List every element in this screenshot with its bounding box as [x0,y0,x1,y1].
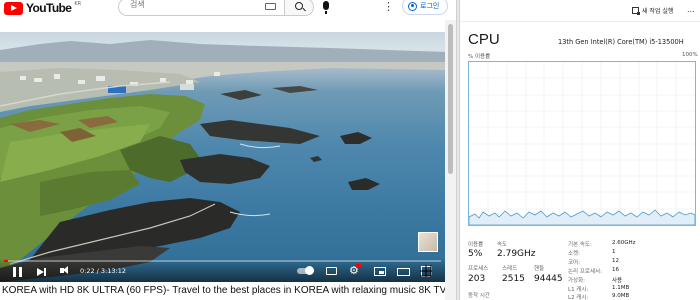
speed-value: 2.79GHz [497,249,536,259]
spec-value: 12 [612,258,619,264]
youtube-logo-text: YouTube [26,1,72,15]
progress-bar-fill [4,260,9,262]
channel-watermark-thumbnail[interactable] [418,232,438,252]
youtube-logo[interactable]: YouTube KR [4,1,81,15]
autoplay-toggle[interactable] [297,266,314,275]
spec-value: 2.60GHz [612,240,636,246]
cpu-usage-graph [468,61,696,226]
more-options-icon[interactable]: ⋮ [383,1,394,12]
login-button[interactable]: 로그인 [402,0,448,15]
search-input[interactable] [130,0,250,9]
page-scrollbar-thumb[interactable] [448,24,453,174]
handles-label: 핸들 [534,266,545,272]
utilization-axis-max: 100% [682,52,698,58]
youtube-play-logo-icon [4,1,23,15]
uptime-label: 동작 시간 [468,293,490,299]
video-player[interactable]: 0:22 / 3:13:12 ⚙ [0,32,445,282]
task-manager-toolbar: 새 작업 실행 ... [460,0,700,22]
search-button[interactable] [284,0,314,16]
volume-icon[interactable] [60,266,68,274]
video-title[interactable]: KOREA with HD 8K ULTRA (60 FPS)- Travel … [2,285,446,296]
new-task-icon [632,7,640,15]
theater-mode-icon[interactable] [397,268,410,276]
youtube-window: YouTube KR ⋮ 로그인 [0,0,456,300]
utilization-label: 이용률 [468,242,484,248]
cpu-usage-graph-plot [469,62,695,225]
spec-key: L1 캐시: [568,287,589,293]
threads-value: 2515 [502,274,525,284]
run-new-task-button[interactable]: 새 작업 실행 [632,6,673,15]
run-new-task-label: 새 작업 실행 [642,8,674,15]
spec-value: 1 [612,249,616,255]
youtube-region-code: KR [74,1,82,7]
page-title: CPU [468,31,500,48]
spec-key: 논리 프로세서: [568,269,602,275]
utilization-axis-label: % 이용률 [468,54,491,60]
subtitles-icon[interactable] [326,267,337,275]
cpu-model: 13th Gen Intel(R) Core(TM) i5-13500H [558,38,684,46]
spec-key: 소켓: [568,251,580,257]
video-frame-coastline-image [0,40,445,282]
cpu-stats-panel: 이용률 5% 속도 2.79GHz 프로세스 203 스레드 2515 핸들 9… [460,236,700,300]
spec-key: 코어: [568,260,580,266]
miniplayer-icon[interactable] [374,267,386,276]
spec-key: 가상화: [568,278,586,284]
task-manager-window: 새 작업 실행 ... CPU 13th Gen Intel(R) Core(T… [460,0,700,300]
search-icon [295,2,303,10]
time-display: 0:22 / 3:13:12 [80,267,126,275]
microphone-icon[interactable] [323,1,329,14]
threads-label: 스레드 [502,266,518,272]
speed-label: 속도 [497,242,508,248]
search-box[interactable] [118,0,284,16]
more-options-icon[interactable]: ... [687,5,695,14]
user-account-icon [408,1,417,11]
spec-value: 1.1MB [612,285,630,291]
spec-value: 9.0MB [612,293,630,299]
progress-bar[interactable] [4,260,441,262]
next-video-icon[interactable] [37,268,46,276]
fullscreen-icon[interactable] [420,265,432,277]
login-label: 로그인 [420,2,440,10]
spec-value: 16 [612,267,619,273]
spec-value: 사용 [612,278,623,284]
utilization-value: 5% [468,249,483,259]
spec-key: L2 캐시: [568,295,589,300]
keyboard-icon[interactable] [265,3,276,10]
pause-icon[interactable] [13,267,22,277]
player-controls: 0:22 / 3:13:12 ⚙ [0,258,445,282]
hd-badge [356,264,361,268]
handles-value: 94445 [534,274,563,284]
spec-key: 기본 속도: [568,242,592,248]
youtube-masthead: YouTube KR ⋮ 로그인 [0,0,456,20]
processes-label: 프로세스 [468,266,489,272]
processes-value: 203 [468,274,486,284]
